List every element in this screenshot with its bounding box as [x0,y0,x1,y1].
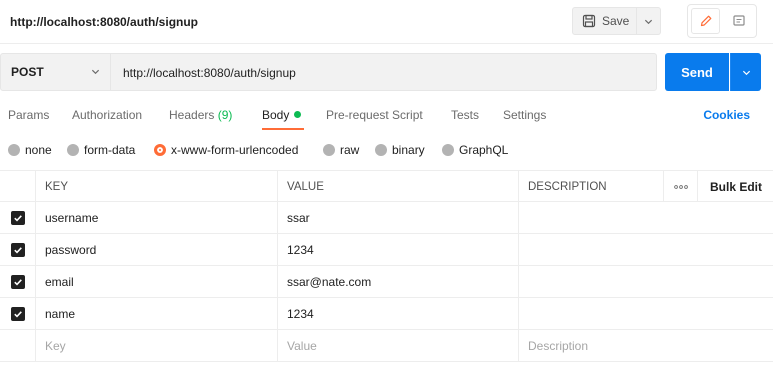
row-key[interactable]: password [36,234,278,265]
row-value[interactable]: 1234 [278,298,519,329]
table-header-row: KEY VALUE DESCRIPTION Bulk Edit [0,170,773,202]
method-select[interactable]: POST [1,54,111,90]
tab-body-label: Body [262,108,290,122]
radio-graphql[interactable]: GraphQL [442,143,508,157]
column-header-value: VALUE [278,171,519,202]
comment-icon [732,15,745,26]
radio-form-data[interactable]: form-data [67,143,135,157]
body-type-radios: none form-data x-www-form-urlencoded raw… [0,143,773,159]
new-key-input[interactable]: Key [36,330,278,361]
radio-indicator [442,144,454,156]
tab-params[interactable]: Params [8,108,49,122]
column-header-key: KEY [36,171,278,202]
bulk-edit-button[interactable]: Bulk Edit [710,180,762,194]
cookies-link[interactable]: Cookies [703,108,750,122]
chevron-down-icon [91,69,100,75]
radio-indicator [8,144,20,156]
table-row: password 1234 [0,234,773,266]
pencil-icon [700,15,711,27]
chevron-down-icon [644,19,653,24]
body-status-dot [294,111,302,118]
request-title[interactable]: http://localhost:8080/auth/signup [10,15,198,29]
save-button[interactable]: Save [572,7,637,35]
radio-label: raw [340,143,360,157]
comments-view-button[interactable] [724,8,753,34]
row-checkbox-cell [0,266,36,297]
row-checkbox[interactable] [10,306,25,321]
new-value-input[interactable]: Value [278,330,519,361]
radio-label: x-www-form-urlencoded [171,143,299,157]
key-value-table: KEY VALUE DESCRIPTION Bulk Edit username… [0,170,773,362]
row-value[interactable]: ssar [278,202,519,233]
row-key[interactable]: email [36,266,278,297]
checkmark-icon [13,278,22,286]
headers-count: (9) [217,108,233,122]
tab-body[interactable]: Body [262,108,302,122]
radio-binary[interactable]: binary [375,143,425,157]
header-check-cell [0,171,36,202]
new-description-input[interactable]: Description [519,330,773,361]
request-tabs: Params Authorization Headers (9) Body Pr… [0,106,773,130]
chevron-down-icon [742,70,750,75]
save-icon [582,14,596,28]
row-description[interactable] [519,234,773,265]
tab-settings[interactable]: Settings [503,108,546,122]
radio-indicator-selected [154,144,166,156]
row-checkbox-cell [0,298,36,329]
row-key[interactable]: username [36,202,278,233]
row-checkbox-cell [0,234,36,265]
radio-label: form-data [84,143,136,157]
row-key[interactable]: name [36,298,278,329]
radio-label: binary [392,143,425,157]
row-value[interactable]: ssar@nate.com [278,266,519,297]
radio-label: GraphQL [459,143,509,157]
row-checkbox-cell [0,330,36,361]
column-header-description: DESCRIPTION [519,171,664,202]
url-input[interactable]: http://localhost:8080/auth/signup [123,66,296,80]
tab-authorization[interactable]: Authorization [72,108,142,122]
radio-x-www-form-urlencoded[interactable]: x-www-form-urlencoded [154,143,298,157]
tab-headers[interactable]: Headers (9) [169,108,232,122]
column-options-button[interactable] [664,171,698,202]
row-checkbox[interactable] [10,274,25,289]
table-row-new: Key Value Description [0,330,773,362]
active-tab-indicator [262,128,304,130]
checkmark-icon [13,310,22,318]
radio-indicator [375,144,387,156]
checkmark-icon [13,214,22,222]
table-row: name 1234 [0,298,773,330]
send-button[interactable]: Send [665,53,729,91]
radio-indicator [323,144,335,156]
save-label: Save [602,14,630,28]
more-horizontal-icon [673,184,688,189]
table-row: username ssar [0,202,773,234]
radio-none[interactable]: none [8,143,52,157]
tab-headers-label: Headers [169,108,215,122]
save-options-button[interactable] [637,7,661,35]
row-checkbox[interactable] [10,210,25,225]
row-value[interactable]: 1234 [278,234,519,265]
row-description[interactable] [519,266,773,297]
radio-raw[interactable]: raw [323,143,359,157]
method-label: POST [11,65,44,79]
tab-tests[interactable]: Tests [451,108,479,122]
row-description[interactable] [519,298,773,329]
edit-view-button[interactable] [691,8,721,34]
send-options-button[interactable] [730,53,761,91]
view-toggle [687,4,757,38]
row-checkbox-cell [0,202,36,233]
radio-label: none [25,143,52,157]
row-description[interactable] [519,202,773,233]
request-title-bar: http://localhost:8080/auth/signup Save [0,0,773,44]
radio-indicator [67,144,79,156]
checkmark-icon [13,246,22,254]
table-row: email ssar@nate.com [0,266,773,298]
tab-pre-request-script[interactable]: Pre-request Script [326,108,423,122]
row-checkbox[interactable] [10,242,25,257]
url-bar: POST http://localhost:8080/auth/signup [0,53,657,91]
